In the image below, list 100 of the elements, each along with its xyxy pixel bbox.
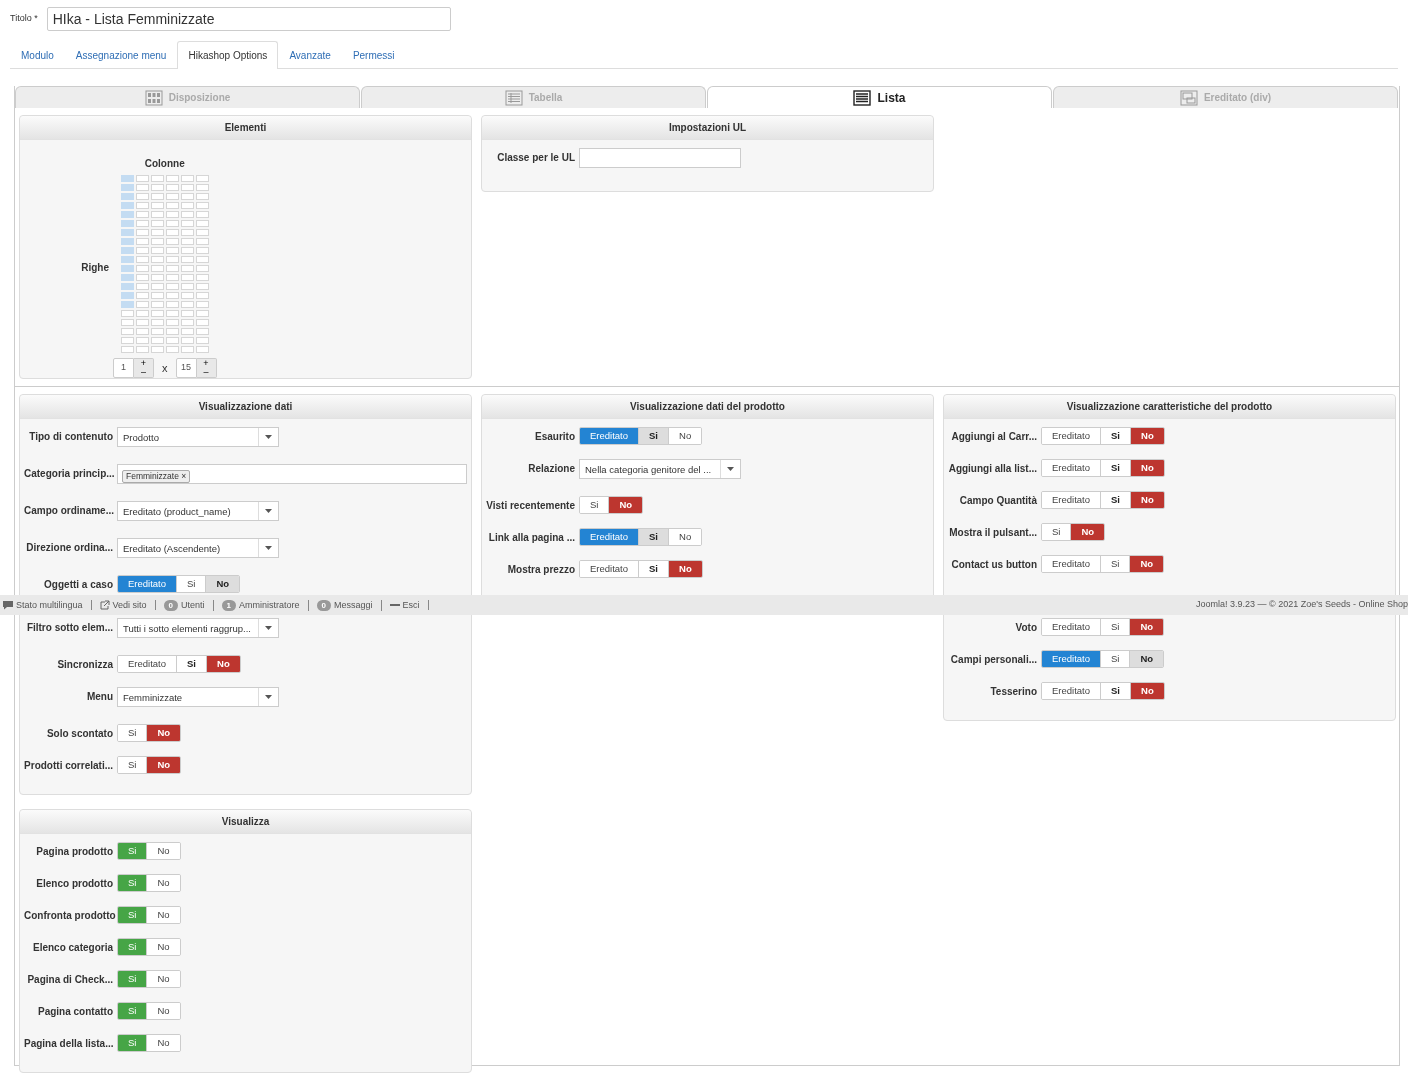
- toggle-option[interactable]: Ereditato: [118, 656, 178, 672]
- toggle-option[interactable]: Ereditato: [580, 529, 640, 545]
- toggle-option[interactable]: No: [1131, 683, 1164, 699]
- field-label: Aggiungi al Carr...: [950, 430, 1037, 444]
- toggle-option[interactable]: Si: [639, 529, 669, 545]
- toggle-option[interactable]: No: [147, 725, 181, 741]
- select-field[interactable]: Prodotto: [117, 427, 279, 447]
- grid-selector[interactable]: [120, 175, 209, 353]
- field-label: Mostra prezzo: [506, 563, 575, 577]
- caret-icon: [265, 435, 272, 439]
- select-field[interactable]: Ereditato (product_name): [117, 501, 279, 521]
- field-label: Elenco categoria: [31, 941, 113, 955]
- caret-icon: [265, 626, 272, 630]
- increment-button[interactable]: +: [134, 359, 153, 368]
- panel-header: Impostazioni UL: [482, 116, 933, 140]
- toggle-option[interactable]: Ereditato: [1042, 492, 1102, 508]
- tab[interactable]: Modulo: [10, 41, 65, 69]
- panel-header: Visualizzazione dati: [20, 395, 471, 419]
- toggle-option[interactable]: Si: [118, 725, 148, 741]
- field-label: Pagina prodotto: [35, 845, 113, 859]
- tag-chip[interactable]: Femminizzate ×: [122, 470, 191, 483]
- field-label: Tesserino: [989, 685, 1037, 699]
- decrement-button[interactable]: –: [196, 368, 216, 377]
- field-label: Contact us button: [950, 558, 1037, 572]
- caret-icon: [265, 509, 272, 513]
- field-label: Campi personali...: [949, 653, 1037, 667]
- title-input[interactable]: HIka - Lista Femminizzate: [46, 7, 451, 31]
- increment-button[interactable]: +: [196, 359, 216, 368]
- toggle-option[interactable]: No: [1130, 619, 1164, 635]
- count-badge: 0: [163, 599, 179, 611]
- toggle-option[interactable]: Ereditato: [1042, 683, 1102, 699]
- tab[interactable]: Avanzate: [278, 41, 342, 69]
- columns-label: Colonne: [144, 157, 185, 171]
- field-label: Link alla pagina ...: [487, 531, 575, 545]
- toggle-option[interactable]: No: [1130, 556, 1164, 572]
- toggle-option[interactable]: No: [609, 497, 643, 513]
- field-label: Pagina della lista...: [24, 1037, 113, 1051]
- field-label: Direzione ordina...: [25, 541, 113, 555]
- field-label: Campo Quantità: [958, 494, 1037, 508]
- tab[interactable]: Lista: [707, 86, 1052, 108]
- toggle-option[interactable]: Si: [118, 757, 148, 773]
- tag-input[interactable]: Femminizzate ×: [117, 464, 467, 484]
- toggle-option[interactable]: No: [1071, 524, 1105, 540]
- number-input[interactable]: 15: [175, 358, 197, 378]
- field-label: Relazione: [527, 462, 575, 476]
- toggle-option[interactable]: Ereditato: [1042, 428, 1102, 444]
- panel-header: Visualizzazione caratteristiche del prodotto: [944, 395, 1395, 419]
- number-input[interactable]: 1: [113, 358, 134, 378]
- field-label: Categoria princip...: [24, 467, 113, 481]
- toggle-option[interactable]: No: [207, 656, 240, 672]
- toggle-option[interactable]: Ereditato: [580, 561, 640, 577]
- tab[interactable]: Assegnazione menu: [64, 41, 178, 69]
- comment-icon: [3, 600, 13, 610]
- grid-icon: [144, 89, 163, 106]
- status-link[interactable]: Stato multilingua: [16, 600, 83, 610]
- toggle-option[interactable]: Ereditato: [580, 428, 640, 444]
- toggle-option[interactable]: Ereditato: [1042, 460, 1102, 476]
- copyright-text: Joomla! 3.9.23 — © 2021 Zoe's Seeds - Online Shop: [1196, 598, 1408, 612]
- toggle-option[interactable]: Si: [1042, 524, 1072, 540]
- list-icon: [853, 89, 872, 106]
- toggle-option[interactable]: No: [1131, 460, 1164, 476]
- select-field[interactable]: Tutti i sotto elementi raggrup...: [117, 618, 279, 638]
- toggle-option[interactable]: Ereditato: [1042, 556, 1102, 572]
- status-link[interactable]: Esci: [402, 600, 420, 610]
- field-label: Esaurito: [534, 430, 575, 444]
- status-link[interactable]: Utenti: [181, 600, 205, 610]
- toggle-option[interactable]: Ereditato: [118, 576, 178, 592]
- toggle-option[interactable]: Si: [639, 428, 669, 444]
- tab[interactable]: Hikashop Options: [177, 41, 279, 69]
- field-label: Classe per le UL: [496, 151, 575, 165]
- field-label: Confronta prodotto: [24, 909, 113, 923]
- count-badge: 0: [316, 599, 331, 611]
- toggle-option[interactable]: No: [669, 561, 702, 577]
- toggle-option[interactable]: Si: [580, 497, 610, 513]
- select-field[interactable]: Nella categoria genitore del ...: [579, 459, 741, 479]
- field-label: Aggiungi alla list...: [948, 462, 1037, 476]
- toggle-option[interactable]: No: [206, 576, 240, 592]
- field-label: Menu: [85, 690, 113, 704]
- toggle-option[interactable]: Ereditato: [1042, 651, 1102, 667]
- tab[interactable]: Permessi: [341, 41, 406, 69]
- status-link[interactable]: Vedi sito: [112, 600, 147, 610]
- times-sign: x: [162, 360, 168, 376]
- caret-icon: [727, 467, 734, 471]
- field-label: Campo ordiname...: [24, 504, 113, 518]
- select-field[interactable]: Ereditato (Ascendente): [117, 538, 279, 558]
- panel-header: Visualizzazione dati del prodotto: [482, 395, 933, 419]
- toggle-option[interactable]: No: [147, 757, 181, 773]
- caret-icon: [265, 546, 272, 550]
- panel-header: Elementi: [20, 116, 471, 140]
- status-link[interactable]: Messaggi: [333, 600, 373, 610]
- toggle-option[interactable]: Ereditato: [1042, 619, 1102, 635]
- toggle-option[interactable]: No: [1131, 428, 1164, 444]
- external-link-icon: [99, 600, 110, 610]
- status-link[interactable]: Amministratore: [239, 600, 300, 610]
- text-input[interactable]: [579, 148, 741, 168]
- toggle-option[interactable]: No: [1130, 651, 1164, 667]
- field-label: Pagina contatto: [37, 1005, 113, 1019]
- toggle-option[interactable]: No: [1131, 492, 1164, 508]
- select-field[interactable]: Femminizzate: [117, 687, 279, 707]
- decrement-button[interactable]: –: [134, 368, 153, 377]
